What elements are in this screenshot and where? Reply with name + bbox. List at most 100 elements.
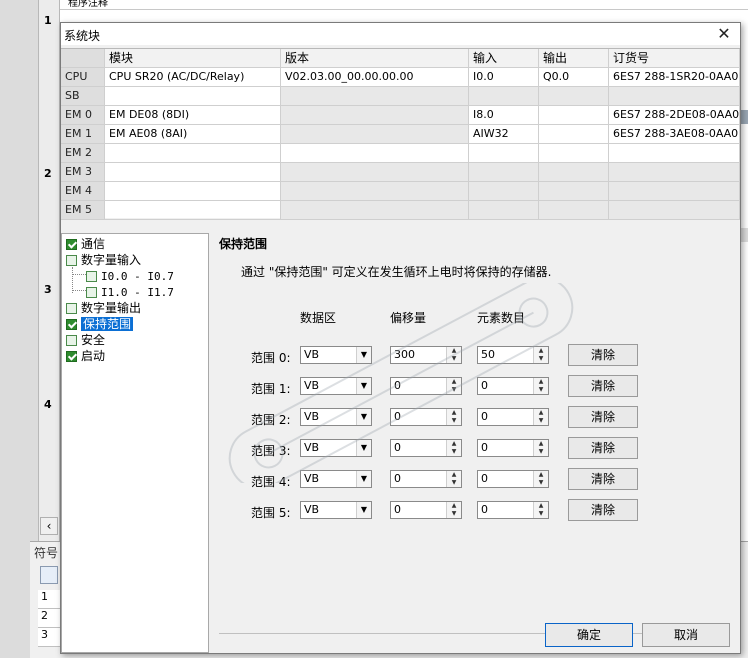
cell-output[interactable] bbox=[539, 182, 609, 201]
count-spinner[interactable]: 50 ▲ ▼ bbox=[477, 346, 549, 364]
column-header-version[interactable]: 版本 bbox=[281, 49, 469, 68]
cell-version[interactable] bbox=[281, 163, 469, 182]
cell-order-number[interactable]: 6ES7 288-2DE08-0AA0 bbox=[609, 106, 740, 125]
cell-module[interactable]: CPU SR20 (AC/DC/Relay) bbox=[105, 68, 281, 87]
cell-module[interactable] bbox=[105, 182, 281, 201]
offset-spinner[interactable]: 0 ▲ ▼ bbox=[390, 501, 462, 519]
cell-module[interactable] bbox=[105, 87, 281, 106]
cell-output[interactable]: Q0.0 bbox=[539, 68, 609, 87]
row-header-slot[interactable]: EM 5 bbox=[61, 201, 105, 220]
module-table-row[interactable]: SB bbox=[61, 87, 740, 106]
spinner-arrows-icon[interactable]: ▲ ▼ bbox=[533, 440, 548, 456]
row-header-slot[interactable]: CPU bbox=[61, 68, 105, 87]
clear-button[interactable]: 清除 bbox=[568, 375, 638, 397]
row-header-slot[interactable]: EM 2 bbox=[61, 144, 105, 163]
cell-order-number[interactable] bbox=[609, 144, 740, 163]
row-header-slot[interactable]: SB bbox=[61, 87, 105, 106]
module-table-row[interactable]: EM 2 bbox=[61, 144, 740, 163]
clear-button[interactable]: 清除 bbox=[568, 437, 638, 459]
cell-version[interactable] bbox=[281, 125, 469, 144]
cell-order-number[interactable]: 6ES7 288-1SR20-0AA0 bbox=[609, 68, 740, 87]
column-header-module[interactable]: 模块 bbox=[105, 49, 281, 68]
cell-module[interactable] bbox=[105, 144, 281, 163]
offset-spinner[interactable]: 0 ▲ ▼ bbox=[390, 377, 462, 395]
tree-item-communication[interactable]: 通信 bbox=[66, 237, 105, 253]
count-spinner[interactable]: 0 ▲ ▼ bbox=[477, 377, 549, 395]
count-spinner[interactable]: 0 ▲ ▼ bbox=[477, 501, 549, 519]
symbol-table-tab[interactable]: 符号 bbox=[34, 544, 62, 562]
spinner-arrows-icon[interactable]: ▲ ▼ bbox=[446, 347, 461, 363]
cell-version[interactable] bbox=[281, 106, 469, 125]
tree-item-retain-range[interactable]: 保持范围 bbox=[66, 317, 134, 333]
cell-input[interactable] bbox=[469, 163, 539, 182]
cell-input[interactable] bbox=[469, 144, 539, 163]
row-header-slot[interactable]: EM 3 bbox=[61, 163, 105, 182]
cell-version[interactable] bbox=[281, 182, 469, 201]
cell-module[interactable]: EM AE08 (8AI) bbox=[105, 125, 281, 144]
data-area-dropdown[interactable]: VB ▼ bbox=[300, 377, 372, 395]
cell-order-number[interactable] bbox=[609, 87, 740, 106]
spinner-arrows-icon[interactable]: ▲ ▼ bbox=[446, 440, 461, 456]
column-header-input[interactable]: 输入 bbox=[469, 49, 539, 68]
data-area-dropdown[interactable]: VB ▼ bbox=[300, 501, 372, 519]
module-table-row[interactable]: EM 0 EM DE08 (8DI) I8.0 6ES7 288-2DE08-0AA0 bbox=[61, 106, 740, 125]
column-header-output[interactable]: 输出 bbox=[539, 49, 609, 68]
spinner-arrows-icon[interactable]: ▲ ▼ bbox=[533, 347, 548, 363]
cell-module[interactable]: EM DE08 (8DI) bbox=[105, 106, 281, 125]
ok-button[interactable]: 确定 bbox=[545, 623, 633, 647]
cell-version[interactable] bbox=[281, 144, 469, 163]
cell-output[interactable] bbox=[539, 106, 609, 125]
cell-input[interactable] bbox=[469, 87, 539, 106]
cell-version[interactable]: V02.03.00_00.00.00.00 bbox=[281, 68, 469, 87]
cell-input[interactable]: I0.0 bbox=[469, 68, 539, 87]
cell-output[interactable] bbox=[539, 87, 609, 106]
cell-version[interactable] bbox=[281, 87, 469, 106]
clear-button[interactable]: 清除 bbox=[568, 499, 638, 521]
spinner-arrows-icon[interactable]: ▲ ▼ bbox=[533, 409, 548, 425]
row-header-slot[interactable]: EM 4 bbox=[61, 182, 105, 201]
cell-order-number[interactable] bbox=[609, 182, 740, 201]
module-table-row[interactable]: EM 1 EM AE08 (8AI) AIW32 6ES7 288-3AE08-0AA… bbox=[61, 125, 740, 144]
module-table-row[interactable]: EM 3 bbox=[61, 163, 740, 182]
cell-output[interactable] bbox=[539, 201, 609, 220]
offset-spinner[interactable]: 0 ▲ ▼ bbox=[390, 439, 462, 457]
scroll-left-button[interactable]: ‹ bbox=[40, 517, 58, 535]
cell-module[interactable] bbox=[105, 163, 281, 182]
offset-spinner[interactable]: 0 ▲ ▼ bbox=[390, 408, 462, 426]
data-area-dropdown[interactable]: VB ▼ bbox=[300, 439, 372, 457]
cell-order-number[interactable] bbox=[609, 163, 740, 182]
cell-output[interactable] bbox=[539, 125, 609, 144]
spinner-arrows-icon[interactable]: ▲ ▼ bbox=[533, 502, 548, 518]
cell-output[interactable] bbox=[539, 163, 609, 182]
cell-input[interactable]: AIW32 bbox=[469, 125, 539, 144]
tree-item-digital-output[interactable]: 数字量输出 bbox=[66, 301, 141, 317]
dialog-title-bar[interactable]: 系统块 ✕ bbox=[61, 23, 740, 45]
clear-button[interactable]: 清除 bbox=[568, 468, 638, 490]
spinner-arrows-icon[interactable]: ▲ ▼ bbox=[446, 502, 461, 518]
clear-button[interactable]: 清除 bbox=[568, 406, 638, 428]
spinner-arrows-icon[interactable]: ▲ ▼ bbox=[446, 471, 461, 487]
count-spinner[interactable]: 0 ▲ ▼ bbox=[477, 408, 549, 426]
spinner-arrows-icon[interactable]: ▲ ▼ bbox=[446, 409, 461, 425]
cell-version[interactable] bbox=[281, 201, 469, 220]
spinner-arrows-icon[interactable]: ▲ ▼ bbox=[446, 378, 461, 394]
row-header-slot[interactable]: EM 0 bbox=[61, 106, 105, 125]
data-area-dropdown[interactable]: VB ▼ bbox=[300, 408, 372, 426]
offset-spinner[interactable]: 0 ▲ ▼ bbox=[390, 470, 462, 488]
tree-item-digital-input[interactable]: 数字量输入 bbox=[66, 253, 141, 269]
cell-order-number[interactable] bbox=[609, 201, 740, 220]
module-table-row[interactable]: CPU CPU SR20 (AC/DC/Relay) V02.03.00_00.00… bbox=[61, 68, 740, 87]
close-button[interactable]: ✕ bbox=[712, 24, 736, 44]
cell-order-number[interactable]: 6ES7 288-3AE08-0AA0 bbox=[609, 125, 740, 144]
offset-spinner[interactable]: 300 ▲ ▼ bbox=[390, 346, 462, 364]
table-tool-icon[interactable] bbox=[40, 566, 58, 584]
cell-output[interactable] bbox=[539, 144, 609, 163]
tree-item-security[interactable]: 安全 bbox=[66, 333, 105, 349]
module-table-row[interactable]: EM 5 bbox=[61, 201, 740, 220]
count-spinner[interactable]: 0 ▲ ▼ bbox=[477, 470, 549, 488]
cell-module[interactable] bbox=[105, 201, 281, 220]
column-header-order-number[interactable]: 订货号 bbox=[609, 49, 740, 68]
spinner-arrows-icon[interactable]: ▲ ▼ bbox=[533, 378, 548, 394]
cell-input[interactable] bbox=[469, 182, 539, 201]
count-spinner[interactable]: 0 ▲ ▼ bbox=[477, 439, 549, 457]
